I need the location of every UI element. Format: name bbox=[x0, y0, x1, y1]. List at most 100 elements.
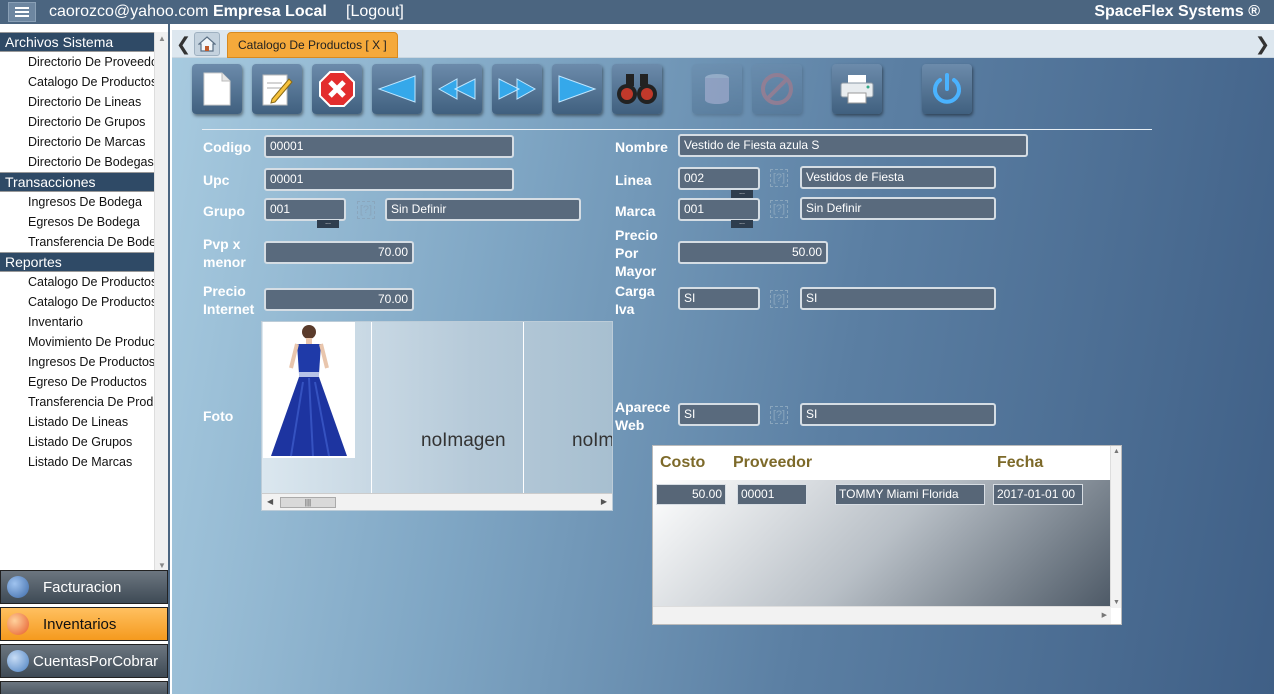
scroll-down-icon[interactable]: ▼ bbox=[158, 561, 166, 570]
aparece-web-code-field[interactable]: SI bbox=[678, 403, 760, 426]
tree-item-directorio-marcas[interactable]: Directorio De Marcas bbox=[0, 132, 154, 152]
tree-item-report-catalogo-2[interactable]: Catalogo De Productos bbox=[0, 292, 154, 312]
tab-catalogo-productos[interactable]: Catalogo De Productos [ X ] bbox=[227, 32, 398, 58]
photo-gallery: noImagen noImagen ◀ ||| ▶ bbox=[261, 321, 613, 511]
codigo-field[interactable]: 00001 bbox=[264, 135, 514, 158]
grid-scroll-right-icon[interactable]: ▶ bbox=[1102, 611, 1107, 619]
section-reportes[interactable]: Reportes bbox=[0, 252, 154, 272]
module-cuentas-por-cobrar-button[interactable]: CuentasPorCobrar bbox=[0, 644, 168, 678]
carga-iva-label-1: Carga bbox=[615, 283, 655, 299]
last-record-button[interactable] bbox=[552, 64, 602, 114]
col-header-fecha[interactable]: Fecha bbox=[997, 454, 1043, 472]
tree-item-report-catalogo-1[interactable]: Catalogo De Productos bbox=[0, 272, 154, 292]
linea-label: Linea bbox=[615, 172, 652, 188]
tree-item-report-lineas[interactable]: Listado De Lineas bbox=[0, 412, 154, 432]
carga-iva-help-icon[interactable]: [?] bbox=[770, 290, 788, 308]
grid-header: Costo Proveedor Fecha bbox=[653, 446, 1111, 480]
edit-icon bbox=[262, 74, 293, 106]
home-tab[interactable] bbox=[194, 32, 220, 56]
col-header-costo[interactable]: Costo bbox=[660, 454, 705, 472]
marca-code-field[interactable]: 001 bbox=[678, 198, 760, 221]
grupo-code-field[interactable]: 001 bbox=[264, 198, 346, 221]
previous-record-button[interactable] bbox=[432, 64, 482, 114]
hamburger-menu-icon[interactable] bbox=[8, 2, 36, 22]
aparece-web-desc-field: SI bbox=[800, 403, 996, 426]
carga-iva-desc-field: SI bbox=[800, 287, 996, 310]
cancel-icon bbox=[761, 73, 793, 105]
pvp-menor-field[interactable]: 70.00 bbox=[264, 241, 414, 264]
print-button[interactable] bbox=[832, 64, 882, 114]
photo-cell-3[interactable]: noImagen bbox=[524, 322, 612, 494]
linea-code-field[interactable]: 002 bbox=[678, 167, 760, 190]
module-inventarios-button[interactable]: Inventarios bbox=[0, 607, 168, 641]
linea-lookup-button[interactable]: ... bbox=[731, 189, 753, 198]
first-record-button[interactable] bbox=[372, 64, 422, 114]
save-button[interactable] bbox=[692, 64, 742, 114]
grid-scroll-down-icon[interactable]: ▼ bbox=[1113, 599, 1120, 606]
tab-scroll-left-icon[interactable]: ❮ bbox=[176, 34, 191, 55]
scroll-thumb[interactable]: ||| bbox=[280, 497, 336, 508]
precio-mayor-field[interactable]: 50.00 bbox=[678, 241, 828, 264]
tree-item-directorio-bodegas[interactable]: Directorio De Bodegas bbox=[0, 152, 154, 172]
precio-internet-field[interactable]: 70.00 bbox=[264, 288, 414, 311]
new-button[interactable] bbox=[192, 64, 242, 114]
tree-item-egresos-bodega[interactable]: Egresos De Bodega bbox=[0, 212, 154, 232]
module-facturacion-button[interactable]: Facturacion bbox=[0, 570, 168, 604]
cell-proveedor-code[interactable]: 00001 bbox=[737, 484, 807, 505]
marca-help-icon[interactable]: [?] bbox=[770, 200, 788, 218]
grid-vertical-scrollbar[interactable]: ▲ ▼ bbox=[1110, 446, 1121, 608]
scroll-left-icon[interactable]: ◀ bbox=[267, 497, 273, 506]
carga-iva-code-field[interactable]: SI bbox=[678, 287, 760, 310]
cell-costo[interactable]: 50.00 bbox=[656, 484, 726, 505]
tree-item-report-movimiento[interactable]: Movimiento De Productos bbox=[0, 332, 154, 352]
carga-iva-label-2: Iva bbox=[615, 301, 635, 317]
linea-help-icon[interactable]: [?] bbox=[770, 169, 788, 187]
upc-field[interactable]: 00001 bbox=[264, 168, 514, 191]
nombre-field[interactable]: Vestido de Fiesta azula S bbox=[678, 134, 1028, 157]
grid-scroll-up-icon[interactable]: ▲ bbox=[1113, 448, 1120, 455]
tree-item-report-transferencia[interactable]: Transferencia De Productos bbox=[0, 392, 154, 412]
tree-item-directorio-grupos[interactable]: Directorio De Grupos bbox=[0, 112, 154, 132]
precio-mayor-label-3: Mayor bbox=[615, 263, 657, 279]
nav-tree-scrollbar[interactable]: ▲ ▼ bbox=[154, 32, 168, 572]
edit-button[interactable] bbox=[252, 64, 302, 114]
module-partial-button[interactable] bbox=[0, 681, 168, 694]
photo-scrollbar[interactable]: ◀ ||| ▶ bbox=[262, 493, 612, 510]
tree-item-report-marcas[interactable]: Listado De Marcas bbox=[0, 452, 154, 472]
tab-scroll-right-icon[interactable]: ❯ bbox=[1255, 34, 1270, 55]
tree-item-report-egreso[interactable]: Egreso De Productos bbox=[0, 372, 154, 392]
tree-item-ingresos-bodega[interactable]: Ingresos De Bodega bbox=[0, 192, 154, 212]
tree-item-directorio-proveedores[interactable]: Directorio De Proveedores bbox=[0, 52, 154, 72]
delete-button[interactable] bbox=[312, 64, 362, 114]
logout-link[interactable]: [Logout] bbox=[346, 3, 404, 21]
tree-item-report-grupos[interactable]: Listado De Grupos bbox=[0, 432, 154, 452]
billing-icon bbox=[7, 576, 29, 598]
tab-strip: ❮ Catalogo De Productos [ X ] ❯ bbox=[172, 30, 1274, 58]
cancel-button[interactable] bbox=[752, 64, 802, 114]
cell-fecha[interactable]: 2017-01-01 00 bbox=[993, 484, 1083, 505]
cell-proveedor-name[interactable]: TOMMY Miami Florida bbox=[835, 484, 985, 505]
scroll-up-icon[interactable]: ▲ bbox=[158, 34, 166, 43]
photo-cell-2[interactable]: noImagen bbox=[372, 322, 524, 494]
aparece-web-help-icon[interactable]: [?] bbox=[770, 406, 788, 424]
next-record-button[interactable] bbox=[492, 64, 542, 114]
section-archivos-sistema[interactable]: Archivos Sistema bbox=[0, 32, 154, 52]
company-name: Empresa Local bbox=[213, 3, 327, 20]
tree-item-report-ingresos[interactable]: Ingresos De Productos bbox=[0, 352, 154, 372]
section-transacciones[interactable]: Transacciones bbox=[0, 172, 154, 192]
grupo-label: Grupo bbox=[203, 203, 245, 219]
scroll-right-icon[interactable]: ▶ bbox=[601, 497, 607, 506]
col-header-proveedor[interactable]: Proveedor bbox=[733, 454, 812, 472]
tree-item-report-inventario[interactable]: Inventario bbox=[0, 312, 154, 332]
grupo-help-icon[interactable]: [?] bbox=[357, 201, 375, 219]
grid-horizontal-scrollbar[interactable]: ▶ bbox=[653, 606, 1111, 624]
tree-item-directorio-lineas[interactable]: Directorio De Lineas bbox=[0, 92, 154, 112]
search-button[interactable] bbox=[612, 64, 662, 114]
exit-button[interactable] bbox=[922, 64, 972, 114]
marca-lookup-button[interactable]: ... bbox=[731, 219, 753, 228]
photo-cell-1[interactable] bbox=[262, 322, 372, 494]
tree-item-catalogo-productos[interactable]: Catalogo De Productos bbox=[0, 72, 154, 92]
tree-item-transferencia-bodega[interactable]: Transferencia De Bodega bbox=[0, 232, 154, 252]
grupo-lookup-button[interactable]: ... bbox=[317, 219, 339, 228]
nombre-label: Nombre bbox=[615, 139, 668, 155]
